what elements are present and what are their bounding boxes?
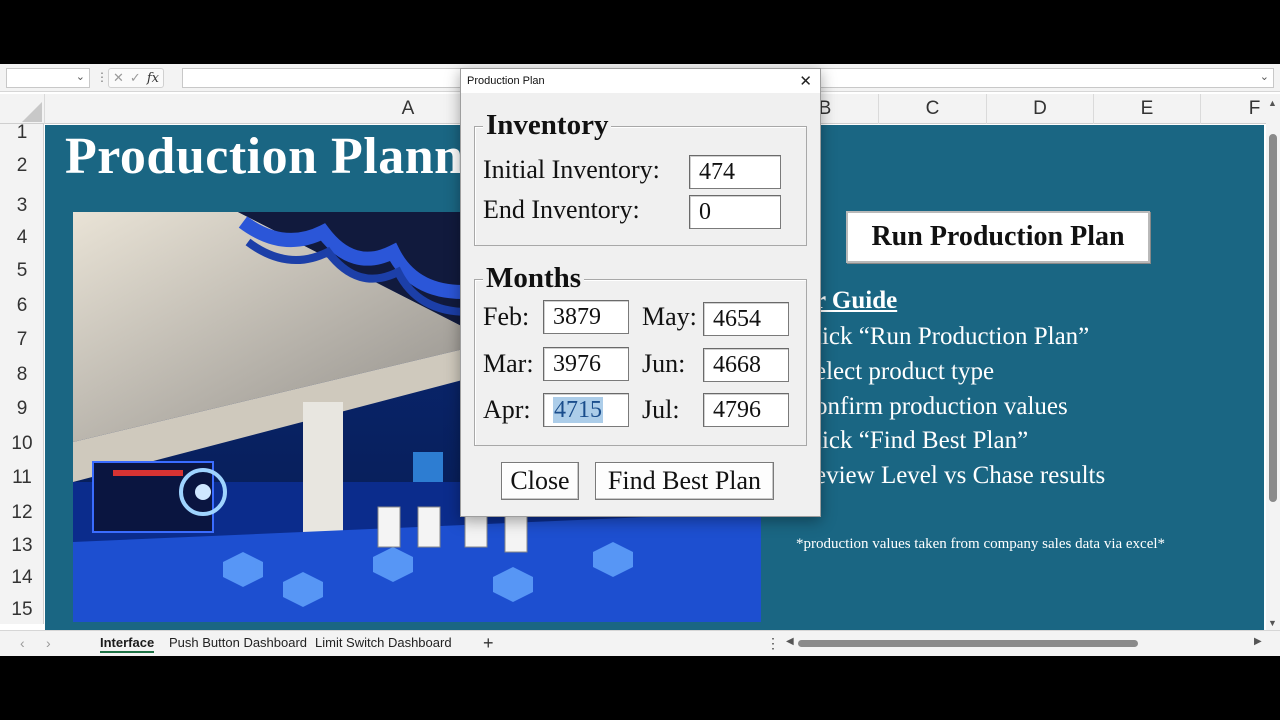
initial-inventory-field[interactable]: 474	[689, 155, 781, 189]
row-header[interactable]: 13	[0, 535, 44, 557]
months-group-label: Months	[483, 262, 585, 295]
jul-label: Jul:	[642, 395, 680, 424]
insert-function-icon[interactable]: fx	[147, 71, 159, 86]
apr-field[interactable]: 4715	[543, 393, 629, 427]
more-options-icon[interactable]: ⋮	[96, 70, 108, 84]
jun-label: Jun:	[642, 349, 686, 378]
dialog-title: Production Plan	[467, 75, 545, 87]
horizontal-scrollbar[interactable]: ◀ ▶	[786, 636, 1264, 649]
production-plan-dialog: Production Plan ✕ Inventory Initial Inve…	[460, 68, 821, 517]
guide-step: lick “Find Best Plan”	[815, 427, 1029, 454]
row-header[interactable]: 12	[0, 502, 44, 524]
row-header[interactable]: 5	[0, 260, 44, 282]
scroll-down-icon[interactable]: ▼	[1268, 618, 1277, 628]
dialog-titlebar[interactable]: Production Plan ✕	[461, 69, 820, 93]
feb-field[interactable]: 3879	[543, 300, 629, 334]
guide-step: elect product type	[815, 358, 995, 385]
sheet-tab-bar: ‹ › Interface Push Button Dashboard Limi…	[0, 630, 1280, 656]
column-header-d[interactable]: D	[986, 94, 1093, 124]
scroll-left-icon[interactable]: ◀	[786, 636, 794, 647]
close-button[interactable]: Close	[501, 462, 579, 500]
mar-label: Mar:	[483, 349, 534, 378]
close-icon[interactable]: ✕	[799, 72, 812, 90]
expand-formula-icon[interactable]: ⌄	[1260, 70, 1269, 83]
mar-field[interactable]: 3976	[543, 347, 629, 381]
vertical-scrollbar[interactable]: ▲ ▼	[1266, 94, 1280, 630]
row-header[interactable]: 10	[0, 433, 44, 455]
apr-label: Apr:	[483, 395, 531, 424]
chevron-down-icon[interactable]: ⌄	[76, 70, 85, 83]
tab-interface[interactable]: Interface	[100, 635, 155, 653]
guide-step: onfirm production values	[815, 393, 1068, 420]
column-header-e[interactable]: E	[1093, 94, 1200, 124]
more-options-icon[interactable]: ⋮	[766, 635, 780, 652]
name-box[interactable]: ⌄	[6, 68, 90, 88]
row-headers: 1 2 3 4 5 6 7 8 9 10 11 12 13 14 15	[0, 122, 44, 624]
tab-limit-switch-dashboard[interactable]: Limit Switch Dashboard	[315, 635, 452, 650]
may-field[interactable]: 4654	[703, 302, 789, 336]
next-sheet-icon[interactable]: ›	[46, 635, 51, 651]
row-header[interactable]: 11	[0, 467, 44, 489]
page-title: Production Plann	[65, 128, 464, 185]
find-best-plan-button[interactable]: Find Best Plan	[595, 462, 774, 500]
horizontal-scroll-thumb[interactable]	[798, 640, 1138, 647]
initial-inventory-label: Initial Inventory:	[483, 155, 660, 184]
row-header[interactable]: 7	[0, 329, 44, 351]
guide-title: r Guide	[815, 287, 898, 314]
selected-text: 4715	[553, 397, 603, 423]
run-production-plan-button[interactable]: Run Production Plan	[846, 211, 1150, 263]
vertical-scroll-thumb[interactable]	[1269, 134, 1277, 502]
guide-step: lick “Run Production Plan”	[815, 323, 1090, 350]
feb-label: Feb:	[483, 302, 530, 331]
confirm-icon[interactable]: ✓	[130, 70, 141, 86]
inventory-group: Inventory Initial Inventory: 474 End Inv…	[474, 109, 807, 246]
jun-field[interactable]: 4668	[703, 348, 789, 382]
end-inventory-field[interactable]: 0	[689, 195, 781, 229]
may-label: May:	[642, 302, 697, 331]
row-header[interactable]: 2	[0, 155, 44, 177]
tab-push-button-dashboard[interactable]: Push Button Dashboard	[169, 635, 307, 650]
inventory-group-label: Inventory	[483, 109, 612, 142]
cancel-icon[interactable]: ✕	[113, 70, 124, 86]
prev-sheet-icon[interactable]: ‹	[20, 635, 25, 651]
column-header-c[interactable]: C	[878, 94, 986, 124]
row-header[interactable]: 1	[0, 122, 44, 144]
row-header[interactable]: 6	[0, 295, 44, 317]
jul-field[interactable]: 4796	[703, 393, 789, 427]
row-header[interactable]: 3	[0, 195, 44, 217]
row-header[interactable]: 14	[0, 567, 44, 589]
guide-note: *production values taken from company sa…	[796, 536, 1166, 552]
row-header[interactable]: 8	[0, 364, 44, 386]
row-header[interactable]: 4	[0, 227, 44, 249]
select-all-corner[interactable]	[0, 94, 44, 124]
scroll-right-icon[interactable]: ▶	[1254, 636, 1262, 647]
row-header[interactable]: 9	[0, 398, 44, 420]
formula-bar-controls: ✕ ✓ fx	[108, 68, 164, 88]
row-header[interactable]: 15	[0, 599, 44, 621]
months-group: Months Feb: 3879 Mar: 3976 Apr: 4715 May…	[474, 262, 807, 446]
scroll-up-icon[interactable]: ▲	[1268, 98, 1277, 108]
end-inventory-label: End Inventory:	[483, 195, 640, 224]
guide-step: eview Level vs Chase results	[815, 462, 1106, 489]
add-sheet-icon[interactable]: +	[483, 633, 494, 654]
